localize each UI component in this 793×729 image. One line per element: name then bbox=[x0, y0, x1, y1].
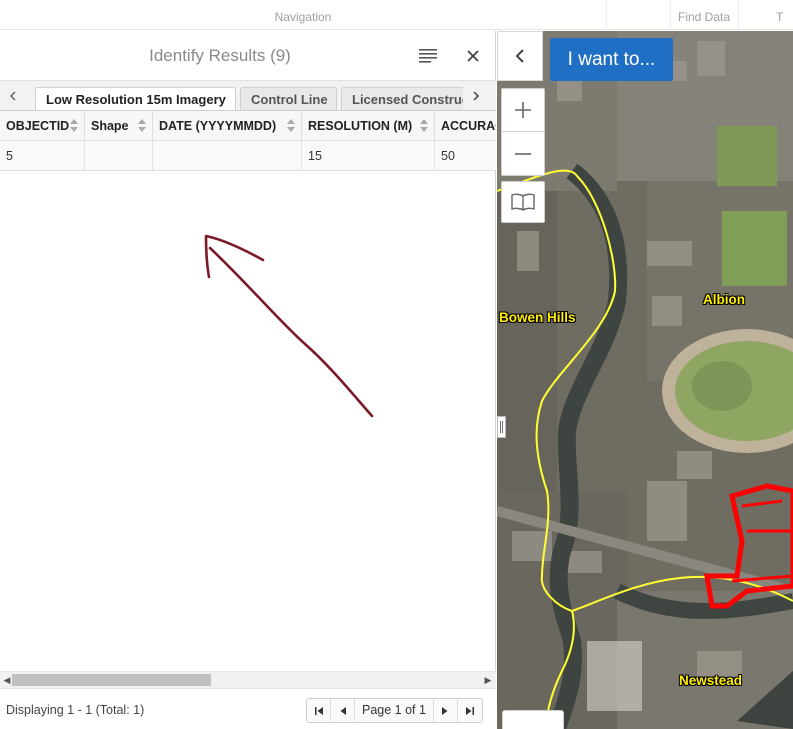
zoom-in-icon bbox=[515, 102, 531, 118]
map-view[interactable]: I want to... Bowen Hills Albion Newstead bbox=[497, 31, 793, 729]
cell-date bbox=[153, 141, 302, 170]
map-tool-button[interactable] bbox=[502, 710, 564, 729]
cell-shape bbox=[85, 141, 153, 170]
first-page-button[interactable] bbox=[307, 699, 331, 722]
top-divider bbox=[606, 0, 607, 30]
hand-drawn-arrow-annotation bbox=[204, 234, 374, 418]
column-resolution[interactable]: RESOLUTION (M) bbox=[302, 111, 435, 140]
column-label: OBJECTID bbox=[6, 119, 70, 133]
prev-page-icon bbox=[340, 706, 346, 715]
last-page-icon bbox=[465, 706, 474, 715]
book-icon bbox=[511, 193, 535, 211]
record-count: Displaying 1 - 1 (Total: 1) bbox=[6, 703, 145, 717]
chevron-left-icon bbox=[9, 91, 16, 101]
tab-low-resolution-imagery[interactable]: Low Resolution 15m Imagery bbox=[35, 87, 236, 110]
column-objectid[interactable]: OBJECTID bbox=[0, 111, 85, 140]
identify-results-panel: Identify Results (9) Low Resolution 15m … bbox=[0, 31, 496, 729]
list-icon bbox=[419, 49, 437, 63]
column-date[interactable]: DATE (YYYYMMDD) bbox=[153, 111, 302, 140]
column-label: ACCURACY bbox=[441, 119, 496, 133]
tab-scroll-right[interactable] bbox=[463, 81, 489, 110]
chevron-left-icon bbox=[515, 49, 524, 63]
column-shape[interactable]: Shape bbox=[85, 111, 153, 140]
list-view-button[interactable] bbox=[413, 41, 443, 71]
find-data-tab[interactable]: Find Data bbox=[670, 0, 738, 30]
scroll-right-arrow[interactable]: ▶ bbox=[481, 673, 495, 687]
column-label: RESOLUTION (M) bbox=[308, 119, 413, 133]
zoom-out-icon bbox=[515, 152, 531, 155]
column-accuracy[interactable]: ACCURACY bbox=[435, 111, 496, 140]
close-icon bbox=[467, 50, 479, 62]
tab-licensed-construction[interactable]: Licensed Construction bbox=[341, 87, 465, 110]
column-label: Shape bbox=[91, 119, 129, 133]
next-page-icon bbox=[442, 706, 448, 715]
layer-tabs: Low Resolution 15m Imagery Control Line … bbox=[0, 81, 496, 111]
collapse-panel-button[interactable] bbox=[497, 31, 543, 81]
place-label-albion: Albion bbox=[703, 292, 745, 307]
prev-page-button[interactable] bbox=[331, 699, 355, 722]
tab-scroll-left[interactable] bbox=[0, 81, 26, 110]
top-bar: Navigation Find Data T bbox=[0, 0, 793, 30]
place-label-bowen-hills: Bowen Hills bbox=[499, 310, 576, 325]
column-label: DATE (YYYYMMDD) bbox=[159, 119, 277, 133]
results-footer: Displaying 1 - 1 (Total: 1) Page 1 of 1 bbox=[0, 688, 496, 729]
cell-accuracy: 50 bbox=[441, 149, 455, 163]
i-want-to-button[interactable]: I want to... bbox=[550, 38, 673, 81]
next-page-button[interactable] bbox=[434, 699, 458, 722]
sort-icon bbox=[420, 119, 429, 133]
sort-icon bbox=[70, 119, 79, 133]
sort-icon bbox=[138, 119, 147, 133]
top-divider bbox=[738, 0, 739, 30]
tab-control-line[interactable]: Control Line bbox=[240, 87, 337, 110]
chevron-right-icon bbox=[473, 91, 480, 101]
close-button[interactable] bbox=[458, 41, 488, 71]
results-table-header: OBJECTID Shape DATE (YYYYMMDD) RESOLUTIO… bbox=[0, 111, 496, 141]
scrollbar-thumb[interactable] bbox=[12, 674, 211, 686]
cell-objectid: 5 bbox=[0, 141, 85, 170]
zoom-controls bbox=[501, 88, 545, 176]
pagination: Page 1 of 1 bbox=[306, 698, 483, 723]
zoom-out-button[interactable] bbox=[502, 132, 544, 175]
cell-resolution: 15 bbox=[302, 141, 435, 170]
zoom-in-button[interactable] bbox=[502, 89, 544, 132]
first-page-icon bbox=[314, 706, 323, 715]
panel-resize-handle[interactable] bbox=[497, 416, 506, 438]
page-info: Page 1 of 1 bbox=[355, 699, 434, 722]
last-page-button[interactable] bbox=[458, 699, 482, 722]
place-label-newstead: Newstead bbox=[679, 673, 743, 688]
panel-header: Identify Results (9) bbox=[0, 31, 496, 81]
sort-icon bbox=[287, 119, 296, 133]
navigation-tab[interactable]: Navigation bbox=[0, 0, 606, 30]
horizontal-scrollbar[interactable]: ◀ ▶ bbox=[0, 671, 496, 688]
panel-title: Identify Results (9) bbox=[149, 46, 291, 65]
bookmarks-button[interactable] bbox=[501, 181, 545, 223]
clipped-tab[interactable]: T bbox=[776, 0, 793, 30]
table-row[interactable]: 5 15 50 bbox=[0, 141, 496, 171]
